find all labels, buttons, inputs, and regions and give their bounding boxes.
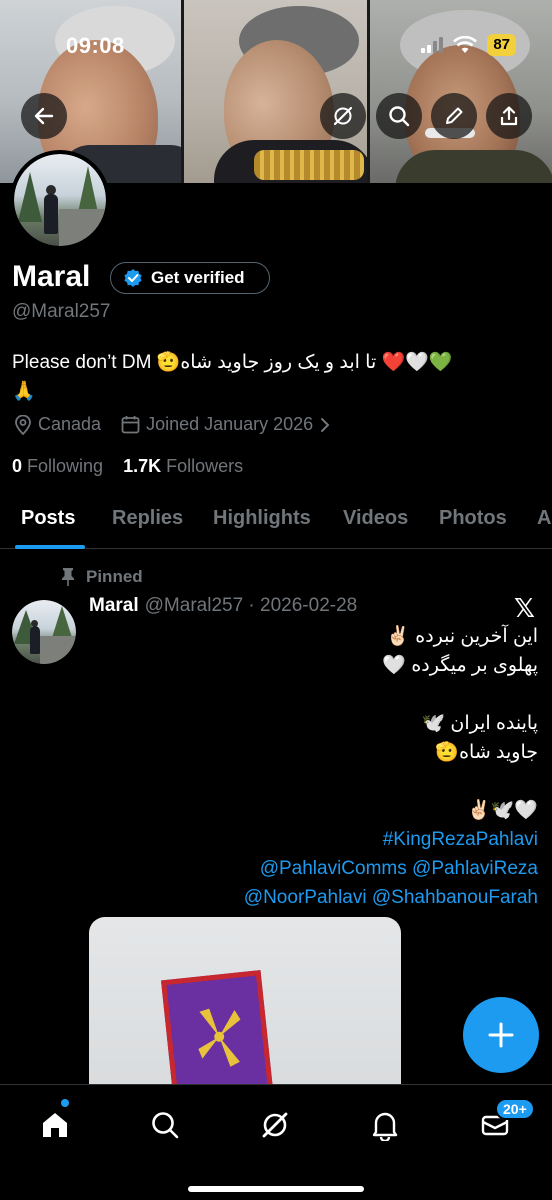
grok-button[interactable]: [320, 93, 366, 139]
location-text: Canada: [38, 414, 102, 434]
profile-bio: Please don’t DM تا ابد و یک روز جاوید شا…: [12, 348, 532, 406]
search-icon: [389, 106, 410, 127]
post-line-blank: [98, 767, 538, 796]
signal-icon: [421, 37, 444, 53]
tab-replies[interactable]: Replies: [112, 507, 183, 530]
profile-handle: @Maral257: [12, 301, 111, 322]
home-icon: [43, 1113, 67, 1137]
grok-icon: [262, 1112, 288, 1138]
bio-english: Please don’t DM: [12, 352, 152, 373]
post-line-blank: [98, 680, 538, 709]
banner-portrait-2: [184, 0, 367, 183]
post-line: پهلوی بر میگرده 🤍: [382, 655, 538, 676]
post-author-name[interactable]: Maral: [89, 595, 139, 616]
home-indicator: [188, 1186, 364, 1192]
post-line: 🤍🕊️✌🏻: [467, 800, 538, 821]
status-time: 09:08: [66, 33, 125, 58]
bio-persian: تا ابد و یک روز جاوید شاه🫡: [156, 352, 377, 373]
profile-location: Canada: [14, 414, 101, 435]
post-line: این آخرین نبرده ✌🏻: [386, 626, 538, 647]
pinned-indicator: Pinned: [60, 567, 143, 587]
home-notification-dot: [61, 1099, 69, 1107]
back-button[interactable]: [21, 93, 67, 139]
profile-joined[interactable]: Joined January 2026: [121, 414, 331, 435]
wifi-icon: [453, 36, 478, 53]
search-profile-button[interactable]: [376, 93, 422, 139]
pinned-label: Pinned: [86, 567, 143, 586]
battery-indicator: 87: [487, 34, 516, 56]
bio-hearts: ❤️🤍💚: [381, 352, 453, 373]
tab-videos[interactable]: Videos: [343, 507, 408, 530]
status-icons: 87: [421, 34, 516, 56]
tab-photos[interactable]: Photos: [439, 507, 507, 530]
active-tab-indicator: [15, 545, 85, 549]
tab-posts[interactable]: Posts: [21, 507, 75, 530]
profile-stats: 0 Following 1.7K Followers: [12, 456, 243, 477]
post-date: · 2026-02-28: [248, 595, 358, 616]
bottom-navigation: 20+: [0, 1084, 552, 1200]
grok-icon: [333, 106, 353, 126]
post-text: این آخرین نبرده ✌🏻 پهلوی بر میگرده 🤍 پای…: [98, 622, 538, 912]
chevron-right-icon: [321, 417, 330, 432]
bio-praying-hands: 🙏: [12, 381, 36, 402]
edit-profile-button[interactable]: [431, 93, 477, 139]
nav-grok[interactable]: [255, 1105, 295, 1145]
share-icon: [500, 106, 518, 126]
get-verified-button[interactable]: Get verified: [110, 262, 270, 294]
flag-emblem: [198, 1008, 241, 1067]
post-hashtag[interactable]: #KingRezaPahlavi: [98, 825, 538, 854]
followers-count: 1.7K: [123, 456, 162, 476]
nav-notifications[interactable]: [365, 1105, 405, 1145]
following-label: Following: [27, 456, 104, 476]
post-author-avatar[interactable]: [12, 600, 76, 664]
location-pin-icon: [15, 414, 31, 435]
search-icon: [152, 1112, 179, 1139]
bell-icon: [372, 1112, 398, 1141]
get-verified-label: Get verified: [151, 268, 245, 287]
followers-link[interactable]: 1.7K Followers: [123, 456, 243, 477]
pin-icon: [62, 568, 74, 586]
profile-name: Maral: [12, 260, 91, 293]
profile-avatar[interactable]: [10, 150, 110, 250]
post-mentions[interactable]: @PahlaviComms @PahlaviReza: [98, 854, 538, 883]
post-header: Maral @Maral257 · 2026-02-28: [89, 595, 357, 617]
tab-highlights[interactable]: Highlights: [213, 507, 311, 530]
plus-icon: [488, 1022, 514, 1048]
nav-search[interactable]: [145, 1105, 185, 1145]
pencil-icon: [446, 107, 463, 124]
share-button[interactable]: [486, 93, 532, 139]
followers-label: Followers: [166, 456, 244, 476]
arrow-left-icon: [34, 107, 54, 125]
messages-badge: 20+: [495, 1098, 535, 1120]
calendar-icon: [121, 416, 140, 434]
post-line: جاوید شاه🫡: [435, 742, 538, 763]
profile-tabs: Posts Replies Highlights Videos Photos A: [0, 490, 552, 549]
post-author-handle[interactable]: @Maral257: [145, 595, 244, 616]
following-count: 0: [12, 456, 23, 476]
verified-badge-icon: [124, 269, 142, 287]
nav-home[interactable]: [35, 1105, 75, 1145]
banner-portrait-3: [370, 0, 552, 183]
post-mentions[interactable]: @NoorPahlavi @ShahbanouFarah: [98, 883, 538, 912]
following-link[interactable]: 0 Following: [12, 456, 103, 477]
post-line: پاینده ایران 🕊️: [421, 713, 538, 734]
joined-text: Joined January 2026: [146, 414, 314, 434]
x-logo-icon: 𝕏: [514, 594, 535, 624]
tab-articles[interactable]: A: [537, 507, 551, 530]
profile-meta: Canada Joined January 2026: [14, 414, 331, 435]
flag-image: [161, 970, 273, 1100]
compose-post-button[interactable]: [463, 997, 539, 1073]
banner-portrait-1: [0, 0, 181, 183]
